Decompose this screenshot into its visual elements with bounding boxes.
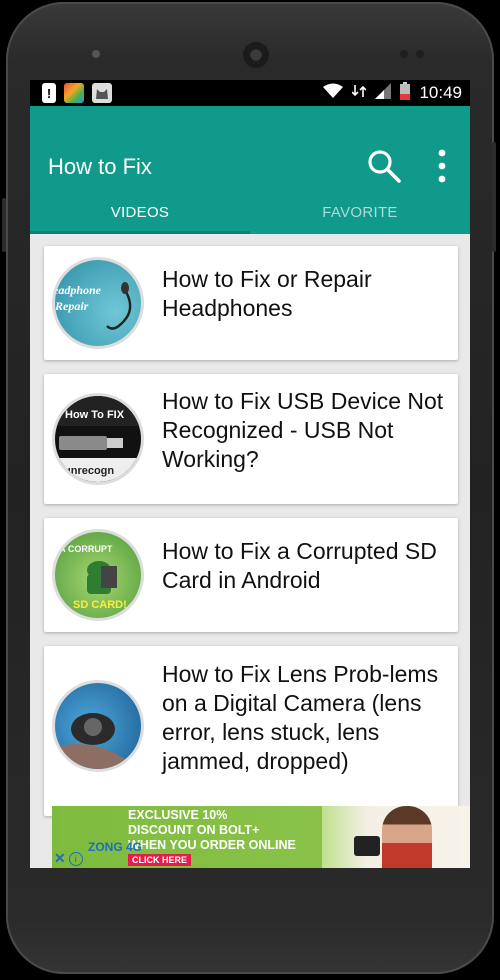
video-thumbnail: How To FIX B unrecogn — [52, 393, 144, 485]
video-title: How to Fix or Repair Headphones — [162, 266, 372, 321]
thumb-caption: eadphone — [55, 283, 102, 297]
ad-cta-button[interactable]: CLICK HERE — [128, 854, 192, 866]
screen: ! 10:49 How to Fix VIDEOS FAVORITE eadph… — [30, 80, 470, 868]
wifi-icon — [323, 83, 344, 104]
list-item[interactable]: eadphone Repair How to Fix or Repair Hea… — [44, 246, 458, 360]
cat-icon — [92, 83, 112, 103]
battery-icon — [400, 81, 411, 105]
power-button — [2, 198, 6, 252]
earpiece-speaker — [243, 42, 269, 68]
ad-device-image — [354, 836, 380, 856]
ad-line: EXCLUSIVE 10% — [128, 808, 228, 822]
thumb-caption: SD CARD! — [73, 599, 127, 611]
list-item[interactable]: How To FIX B unrecogn How to Fix USB Dev… — [44, 374, 458, 504]
search-button[interactable] — [364, 146, 404, 186]
info-icon[interactable]: i — [68, 851, 83, 866]
ad-controls: ✕ i — [54, 850, 83, 867]
ad-person-image — [382, 806, 432, 868]
light-sensor — [416, 50, 424, 58]
thumb-caption: How To FIX — [65, 409, 125, 421]
data-icon — [351, 83, 368, 104]
video-thumbnail — [52, 680, 144, 772]
ad-line: WHEN YOU ORDER ONLINE — [128, 838, 296, 852]
tab-videos[interactable]: VIDEOS — [30, 204, 250, 234]
app-icon — [64, 83, 84, 103]
list-item[interactable]: How to Fix Lens Prob-lems on a Digital C… — [44, 646, 458, 816]
front-camera — [92, 50, 100, 58]
more-vert-icon — [438, 149, 446, 183]
video-title: How to Fix Lens Prob-lems on a Digital C… — [162, 661, 439, 774]
close-icon[interactable]: ✕ — [54, 850, 66, 867]
volume-button — [492, 142, 496, 252]
clock: 10:49 — [419, 83, 462, 102]
video-title: How to Fix USB Device Not Recognized - U… — [162, 388, 444, 472]
thumb-caption: Repair — [55, 299, 89, 313]
thumb-caption: X A CORRUPT — [55, 544, 113, 554]
alert-icon: ! — [42, 83, 56, 103]
tab-bar: VIDEOS FAVORITE — [30, 204, 470, 234]
tab-favorite[interactable]: FAVORITE — [250, 204, 470, 234]
video-thumbnail: eadphone Repair — [52, 257, 144, 349]
app-title: How to Fix — [48, 154, 152, 179]
overflow-menu-button[interactable] — [428, 146, 456, 186]
ad-logo: ZONG 4G — [88, 840, 143, 854]
proximity-sensor — [400, 50, 408, 58]
video-title: How to Fix a Corrupted SD Card in Androi… — [162, 538, 437, 593]
app-bar: How to Fix VIDEOS FAVORITE — [30, 106, 470, 234]
search-icon — [368, 150, 401, 183]
status-bar: ! 10:49 — [30, 80, 470, 106]
ad-line: DISCOUNT ON BOLT+ — [128, 823, 260, 837]
list-item[interactable]: X A CORRUPT SD CARD! How to Fix a Corrup… — [44, 518, 458, 632]
ad-banner[interactable]: EXCLUSIVE 10% DISCOUNT ON BOLT+ WHEN YOU… — [52, 806, 470, 868]
tab-indicator — [30, 231, 250, 234]
signal-icon — [375, 82, 392, 104]
thumb-caption: B unrecogn — [55, 465, 114, 477]
ad-text: EXCLUSIVE 10% DISCOUNT ON BOLT+ WHEN YOU… — [128, 808, 296, 853]
video-thumbnail: X A CORRUPT SD CARD! — [52, 529, 144, 621]
